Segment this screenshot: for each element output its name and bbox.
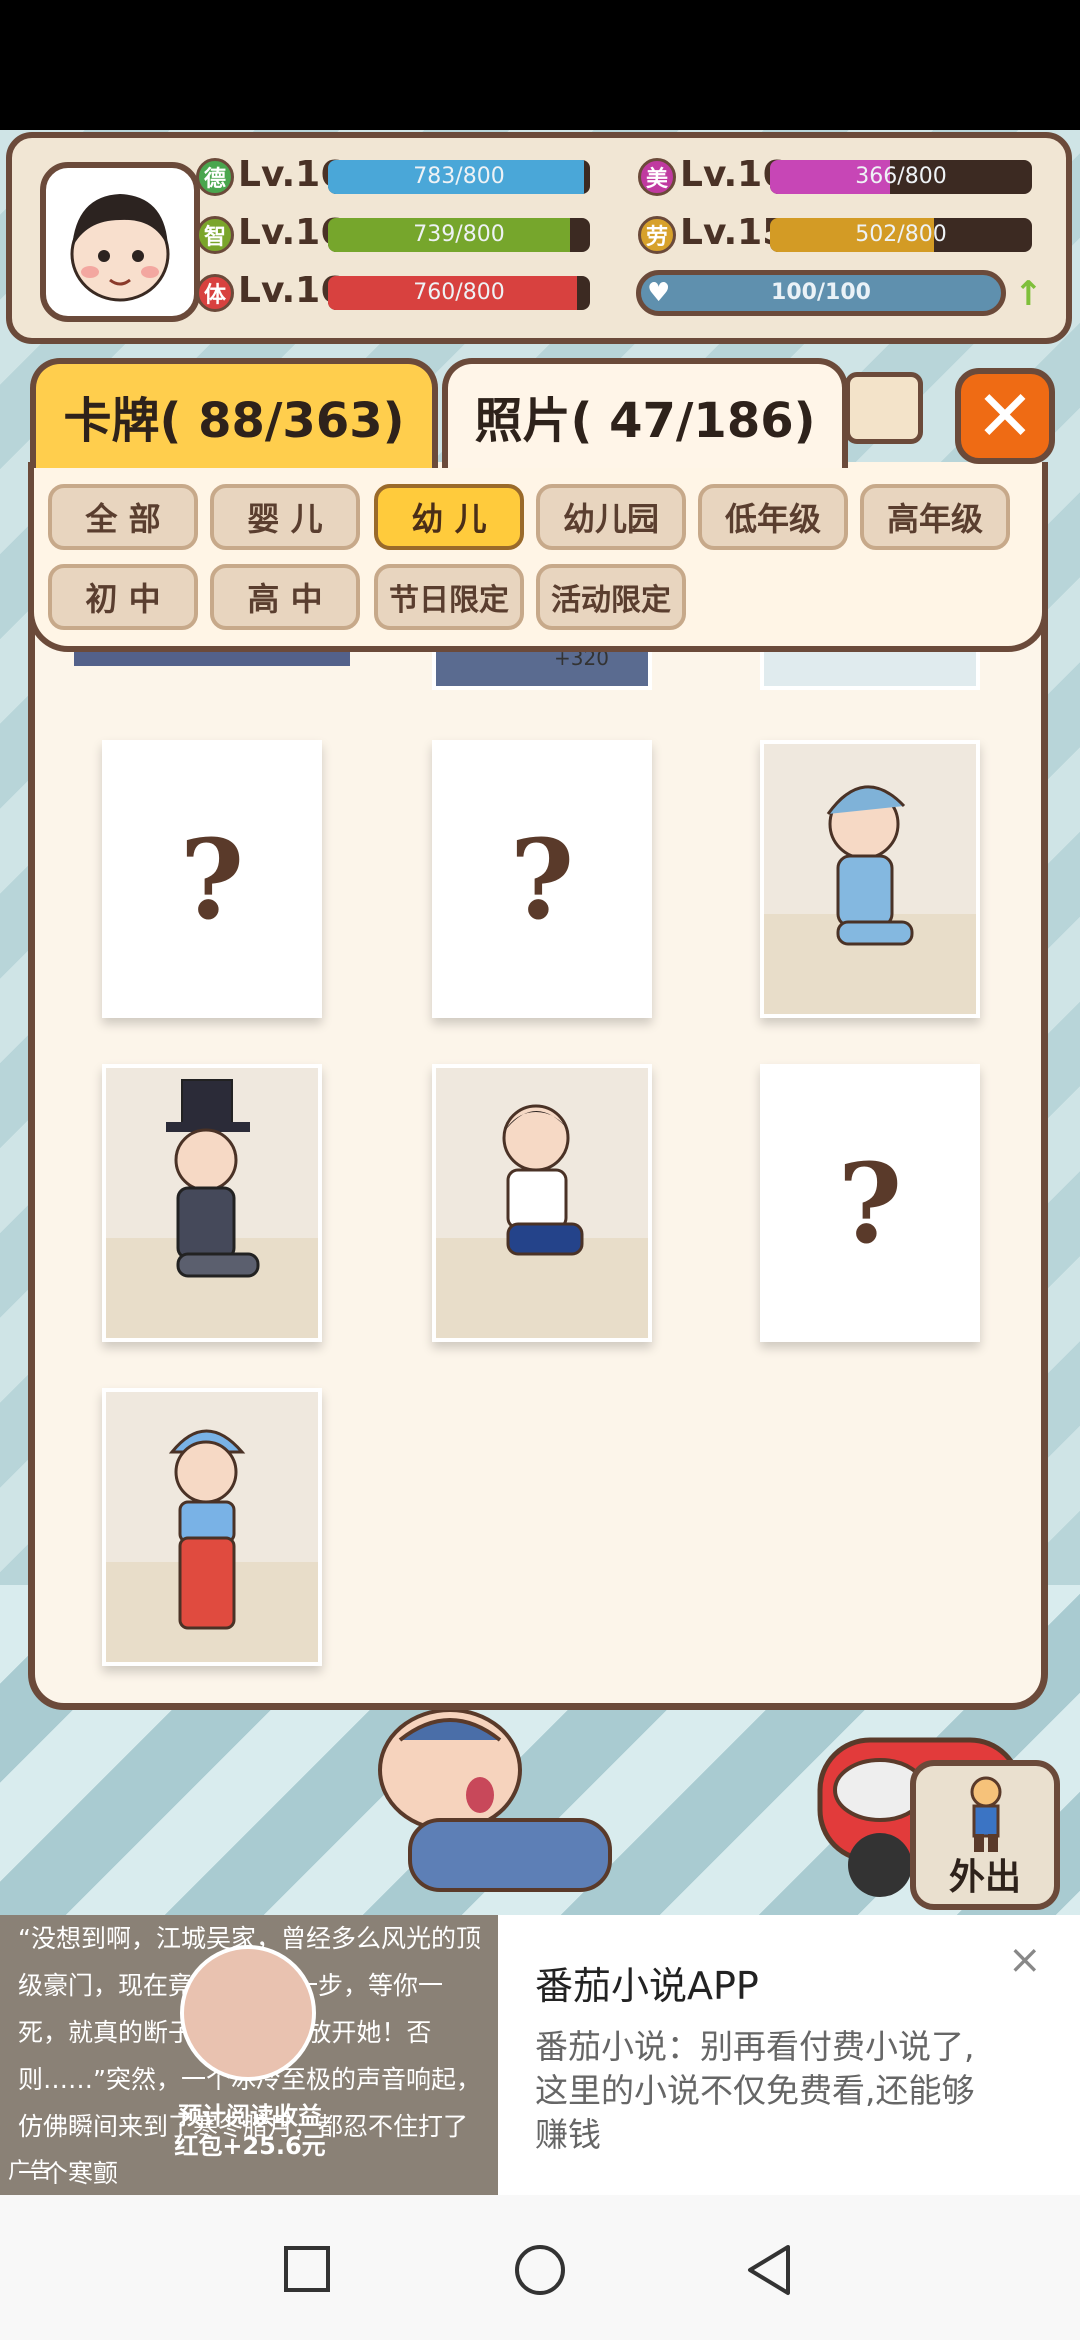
card-photo-overalls[interactable]	[102, 1388, 322, 1666]
card-locked[interactable]: ?	[432, 740, 652, 1018]
beauty-bar: 366/800	[770, 160, 1032, 194]
question-mark-icon: ?	[509, 814, 575, 944]
intelligence-icon: 智	[196, 216, 234, 254]
morality-icon: 德	[196, 158, 234, 196]
ad-close-icon[interactable]: ×	[1008, 1937, 1042, 1983]
question-mark-icon: ?	[837, 1138, 903, 1268]
ad-title[interactable]: 番茄小说APP	[535, 1955, 759, 2010]
filter-senior-high[interactable]: 高 中	[210, 564, 360, 630]
filter-lower-grades[interactable]: 低年级	[698, 484, 848, 550]
ad-reward: 预计阅读收益 红包+25.6元	[160, 2101, 340, 2161]
home-icon[interactable]	[513, 2243, 567, 2297]
labor-bar: 502/800	[770, 218, 1032, 252]
beauty-value: 366/800	[855, 164, 947, 189]
card-photo-sailor[interactable]	[432, 1064, 652, 1342]
tab-cards[interactable]: 卡牌( 88/363)	[30, 358, 438, 468]
filter-junior-high[interactable]: 初 中	[48, 564, 198, 630]
filter-toddler[interactable]: 幼 儿	[374, 484, 524, 550]
level-up-arrow-icon: ↑	[1014, 274, 1043, 314]
ad-reward-line1: 预计阅读收益	[178, 2102, 322, 2130]
stamina-value: 100/100	[771, 280, 871, 305]
labor-value: 502/800	[855, 222, 947, 247]
back-icon[interactable]	[744, 2243, 794, 2297]
physique-icon: 体	[196, 274, 234, 312]
tab-photos[interactable]: 照片( 47/186)	[442, 358, 848, 468]
filter-upper-grades[interactable]: 高年级	[860, 484, 1010, 550]
labor-icon: 劳	[638, 216, 676, 254]
child-face-icon	[70, 194, 170, 302]
notebook-icon	[845, 372, 923, 444]
ad-image[interactable]: “没想到啊，江城吴家，曾经多么风光的顶级豪门，现在竟然落到这一步，等你一死，就真…	[0, 1915, 498, 2195]
sleeping-character-illustration	[378, 1708, 612, 1892]
filter-event-limited[interactable]: 活动限定	[536, 564, 686, 630]
intelligence-value: 739/800	[413, 222, 505, 247]
go-out-label: 外出	[948, 1857, 1021, 1898]
filter-infant[interactable]: 婴 儿	[210, 484, 360, 550]
filter-all[interactable]: 全 部	[48, 484, 198, 550]
walking-kid-icon	[970, 1776, 1002, 1852]
card-locked[interactable]: ?	[760, 1064, 980, 1342]
kid-overalls-illustration	[106, 1392, 318, 1662]
card-locked[interactable]: ?	[102, 740, 322, 1018]
ad-label: 广告	[8, 2159, 53, 2184]
kid-pajamas-illustration	[764, 744, 976, 1014]
physique-bar: 760/800	[328, 276, 590, 310]
kid-tuxedo-illustration	[106, 1068, 318, 1338]
child-avatar[interactable]	[40, 162, 200, 322]
status-bar	[0, 0, 1080, 130]
system-navigation-bar	[0, 2195, 1080, 2340]
ad-avatar	[180, 1945, 316, 2081]
ad-description: 番茄小说：别再看付费小说了,这里的小说不仅免费看,还能够赚钱	[535, 2027, 975, 2154]
morality-value: 783/800	[413, 164, 505, 189]
recent-apps-icon[interactable]	[283, 2245, 331, 2293]
ad-reward-line2: 红包+25.6元	[174, 2132, 326, 2160]
morality-bar: 783/800	[328, 160, 590, 194]
filter-kindergarten[interactable]: 幼儿园	[536, 484, 686, 550]
intelligence-bar: 739/800	[328, 218, 590, 252]
close-button[interactable]: ✕	[955, 368, 1055, 464]
physique-value: 760/800	[413, 280, 505, 305]
card-photo-tuxedo[interactable]	[102, 1064, 322, 1342]
ad-banner[interactable]: “没想到啊，江城吴家，曾经多么风光的顶级豪门，现在竟然落到这一步，等你一死，就真…	[0, 1915, 1080, 2195]
beauty-icon: 美	[638, 158, 676, 196]
close-icon: ✕	[975, 375, 1035, 457]
stamina-bar: ♥ 100/100	[636, 270, 1006, 316]
question-mark-icon: ?	[179, 814, 245, 944]
card-photo-pajamas[interactable]	[760, 740, 980, 1018]
filter-holiday-limited[interactable]: 节日限定	[374, 564, 524, 630]
kid-sailor-illustration	[436, 1068, 648, 1338]
go-out-button[interactable]: 外出	[910, 1760, 1060, 1910]
